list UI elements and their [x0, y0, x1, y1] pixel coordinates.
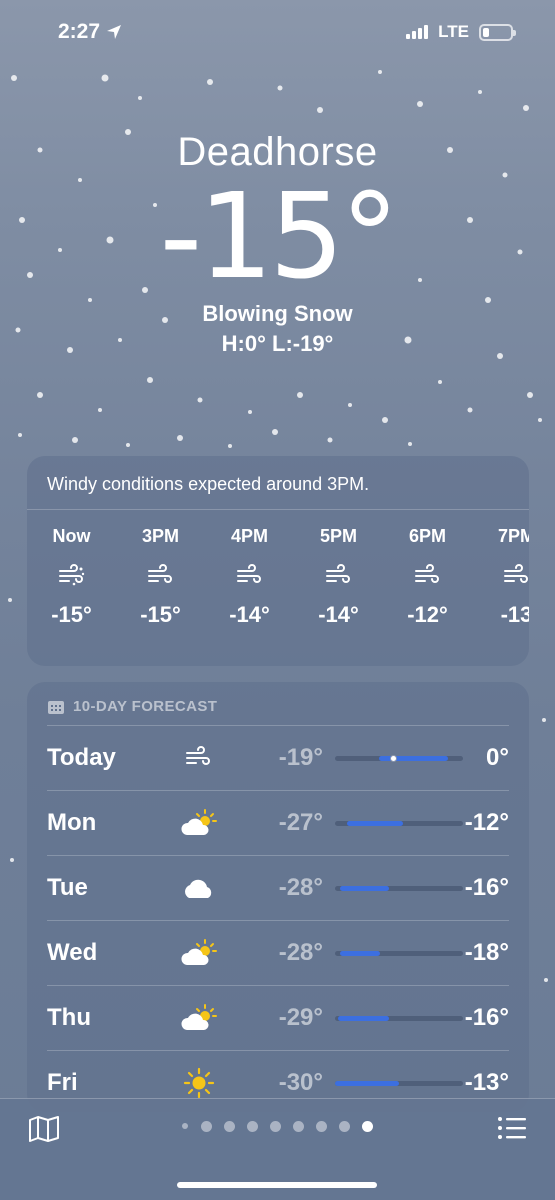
forecast-row[interactable]: Today -19° 0° [47, 726, 509, 791]
forecast-day: Fri [47, 1069, 78, 1096]
page-dot[interactable] [293, 1121, 304, 1132]
hour-item: 6PM -12° [383, 526, 472, 628]
home-indicator [177, 1182, 377, 1188]
page-dot[interactable] [270, 1121, 281, 1132]
wind-icon [147, 564, 172, 583]
hour-temp: -14° [318, 602, 359, 627]
network-type: LTE [438, 22, 469, 41]
page-dot[interactable] [224, 1121, 235, 1132]
range-fill [346, 820, 403, 826]
ten-day-forecast-card[interactable]: 10-DAY FORECAST Today -19° 0° Mon -27° -… [27, 682, 529, 1112]
status-bar: 2:27 LTE [0, 0, 555, 64]
hour-temp: -14° [229, 602, 270, 627]
temperature-range-bar [335, 820, 463, 826]
partly-sunny-icon [181, 809, 217, 835]
high-low-text: H:0° L:-19° [221, 331, 334, 356]
hour-temp: -15° [51, 602, 92, 627]
hour-temp: -15° [140, 602, 181, 627]
partly-sunny-icon [181, 939, 217, 965]
forecast-day: Tue [47, 874, 88, 901]
hour-label: 6PM [408, 526, 446, 546]
temperature-range-bar [335, 885, 463, 891]
wind-icon [186, 746, 210, 765]
forecast-high: -18° [464, 939, 509, 966]
page-dot[interactable] [339, 1121, 350, 1132]
forecast-high: -16° [464, 874, 509, 901]
page-dot[interactable] [201, 1121, 212, 1132]
hourly-row[interactable]: Now -15° 3PM -15° 4PM -14° 5PM -14° 6PM … [27, 510, 529, 628]
forecast-day: Today [47, 744, 116, 771]
page-dot[interactable] [316, 1121, 327, 1132]
forecast-header-label: 10-DAY FORECAST [73, 698, 218, 715]
cloud-icon [185, 879, 212, 898]
forecast-low: -28° [278, 939, 323, 966]
hour-item: Now -15° [27, 526, 116, 628]
battery-icon [479, 23, 516, 41]
cellular-signal-icon [406, 25, 429, 39]
forecast-day: Wed [47, 939, 98, 966]
temperature-range-bar [335, 1015, 463, 1021]
page-dot[interactable] [362, 1121, 373, 1132]
forecast-high: -16° [464, 1004, 509, 1031]
location-arrow-icon [107, 25, 122, 39]
forecast-row[interactable]: Mon -27° -12° [47, 791, 509, 856]
forecast-high: 0° [486, 744, 509, 771]
hour-item: 4PM -14° [205, 526, 294, 628]
page-dot[interactable] [247, 1121, 258, 1132]
range-fill [340, 950, 380, 956]
wind-icon [414, 564, 439, 583]
range-fill [335, 1080, 399, 1086]
forecast-row[interactable]: Wed -28° -18° [47, 921, 509, 986]
forecast-row[interactable]: Tue -28° -16° [47, 856, 509, 921]
forecast-day: Mon [47, 809, 97, 836]
forecast-header: 10-DAY FORECAST [47, 682, 509, 726]
status-time-group: 2:27 [58, 20, 122, 44]
status-time: 2:27 [58, 20, 101, 43]
hour-item: 7PM -13 [472, 526, 529, 628]
current-weather: Deadhorse -15° Blowing Snow H:0° L:-19° [0, 130, 555, 357]
wind-icon [236, 564, 261, 583]
range-fill [340, 885, 389, 891]
wind-icon [503, 564, 528, 583]
forecast-row[interactable]: Thu -29° -16° [47, 986, 509, 1051]
hour-label: 7PM [497, 526, 529, 546]
forecast-high: -12° [464, 809, 509, 836]
calendar-icon [48, 700, 64, 714]
current-location-dot[interactable] [182, 1123, 189, 1130]
hour-item: 3PM -15° [116, 526, 205, 628]
forecast-low: -19° [278, 744, 323, 771]
hour-label: 5PM [319, 526, 357, 546]
page-indicator[interactable] [0, 1121, 555, 1132]
temperature-range-bar [335, 754, 463, 762]
forecast-low: -27° [278, 809, 323, 836]
hour-temp: -13 [500, 602, 529, 627]
hourly-summary: Windy conditions expected around 3PM. [27, 456, 529, 510]
hour-label: 3PM [141, 526, 179, 546]
hour-label: Now [52, 526, 91, 546]
partly-sunny-icon [181, 1004, 217, 1030]
current-temperature: -15° [159, 167, 400, 305]
hourly-forecast-card[interactable]: Windy conditions expected around 3PM. No… [27, 456, 529, 666]
forecast-low: -30° [278, 1069, 323, 1096]
wind-icon [325, 564, 350, 583]
city-list-button[interactable] [497, 1115, 527, 1146]
wind-snow-icon [58, 564, 84, 586]
range-fill [337, 1015, 389, 1021]
status-right: LTE [406, 22, 516, 42]
hour-label: 4PM [230, 526, 268, 546]
temperature-range-bar [335, 950, 463, 956]
forecast-day: Thu [47, 1004, 91, 1031]
sun-icon [183, 1067, 215, 1099]
forecast-high: -13° [464, 1069, 509, 1096]
forecast-low: -29° [278, 1004, 323, 1031]
hour-item: 5PM -14° [294, 526, 383, 628]
range-fill [378, 755, 448, 761]
current-temp-dot [389, 754, 397, 762]
forecast-low: -28° [278, 874, 323, 901]
list-icon [498, 1117, 526, 1139]
hour-temp: -12° [407, 602, 448, 627]
temperature-range-bar [335, 1080, 463, 1086]
condition-text: Blowing Snow [202, 301, 353, 326]
